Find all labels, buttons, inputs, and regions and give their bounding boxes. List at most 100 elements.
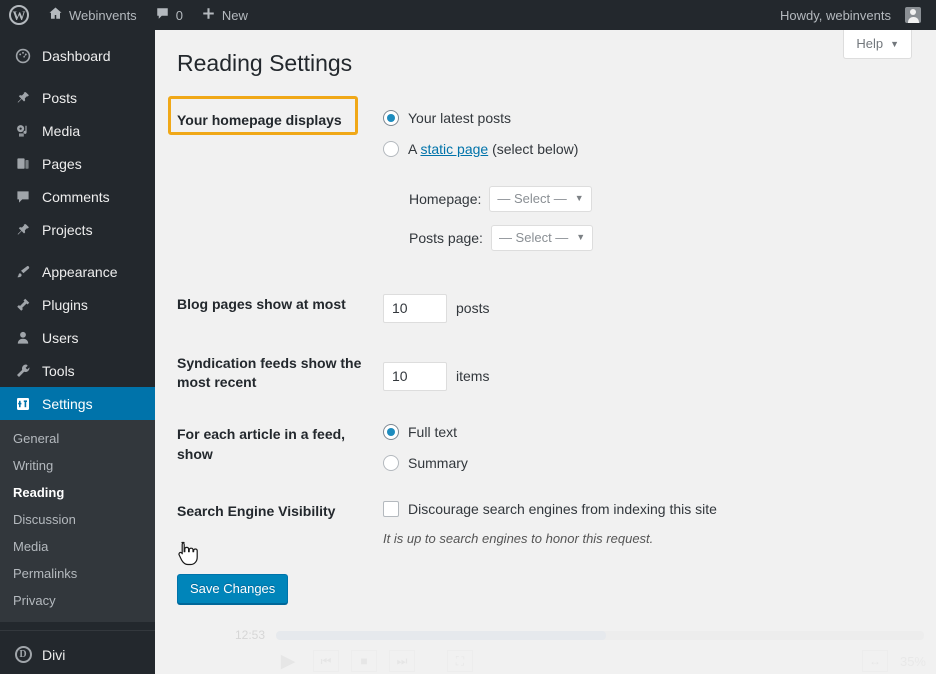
sidebar-item-label: Comments bbox=[42, 188, 110, 205]
field-syndication-feeds: items bbox=[373, 338, 727, 409]
sidebar-item-label: Posts bbox=[42, 89, 78, 106]
chevron-down-icon: ▼ bbox=[574, 193, 584, 204]
radio-summary[interactable] bbox=[383, 455, 399, 472]
sidebar-item-divi[interactable]: D Divi bbox=[0, 638, 155, 671]
field-homepage-displays: Your latest posts A static page (select … bbox=[373, 95, 727, 279]
radio-option-static-page[interactable]: A static page (select below) bbox=[383, 140, 717, 157]
site-name-button[interactable]: Webinvents bbox=[39, 0, 146, 30]
static-page-link[interactable]: static page bbox=[420, 141, 488, 157]
brush-icon bbox=[13, 264, 33, 280]
radio-full-text-label: Full text bbox=[408, 424, 458, 441]
comment-icon bbox=[13, 189, 33, 205]
sidebar-item-settings[interactable]: Settings bbox=[0, 387, 155, 420]
homepage-select[interactable]: — Select — ▼ bbox=[489, 185, 592, 212]
homepage-select-label: Homepage: bbox=[409, 190, 482, 207]
new-label: New bbox=[221, 7, 248, 23]
row-posts-page-select: Posts page: — Select — ▼ bbox=[409, 224, 717, 251]
static-prefix: A bbox=[408, 140, 421, 157]
label-syndication-feeds: Syndication feeds show the most recent bbox=[177, 354, 362, 391]
new-content-button[interactable]: New bbox=[192, 0, 257, 30]
radio-latest-posts-label: Your latest posts bbox=[408, 109, 511, 126]
sidebar-item-label: Tools bbox=[42, 362, 75, 379]
row-homepage-displays: Your homepage displays Your latest posts… bbox=[168, 95, 727, 279]
static-suffix: (select below) bbox=[488, 140, 579, 157]
static-page-selects: Homepage: — Select — ▼ Posts page: — Sel… bbox=[383, 185, 717, 251]
settings-icon bbox=[13, 396, 33, 412]
admin-bar-right: Howdy, webinvents bbox=[771, 0, 936, 30]
blog-pages-unit: posts bbox=[456, 300, 490, 317]
settings-submenu: General Writing Reading Discussion Media… bbox=[0, 420, 155, 622]
sidebar-item-label: Appearance bbox=[42, 263, 118, 280]
sidebar-item-label: Plugins bbox=[42, 296, 88, 313]
submenu-item-privacy[interactable]: Privacy bbox=[0, 587, 155, 614]
row-homepage-select: Homepage: — Select — ▼ bbox=[409, 185, 717, 212]
media-icon bbox=[13, 123, 33, 139]
submenu-item-reading[interactable]: Reading bbox=[0, 479, 155, 506]
radio-option-full-text[interactable]: Full text bbox=[383, 424, 717, 441]
radio-static-page-label: A static page (select below) bbox=[408, 141, 578, 157]
reading-settings-form: Your homepage displays Your latest posts… bbox=[168, 95, 727, 561]
save-changes-button[interactable]: Save Changes bbox=[177, 574, 289, 605]
plus-icon bbox=[201, 6, 216, 24]
sidebar-item-plugins[interactable]: Plugins bbox=[0, 288, 155, 321]
pin-icon bbox=[13, 90, 33, 106]
field-search-visibility: Discourage search engines from indexing … bbox=[373, 486, 727, 561]
home-icon bbox=[48, 6, 63, 24]
sidebar-item-users[interactable]: Users bbox=[0, 321, 155, 354]
wordpress-logo-button[interactable]: W bbox=[0, 0, 39, 30]
sidebar-item-posts[interactable]: Posts bbox=[0, 81, 155, 114]
sidebar-item-comments[interactable]: Comments bbox=[0, 180, 155, 213]
posts-page-select-label: Posts page: bbox=[409, 229, 483, 246]
sidebar-item-pages[interactable]: Pages bbox=[0, 147, 155, 180]
posts-page-select[interactable]: — Select — ▼ bbox=[490, 224, 594, 251]
pin-icon bbox=[13, 222, 33, 238]
discourage-search-checkbox[interactable] bbox=[383, 501, 399, 518]
chevron-down-icon: ▼ bbox=[576, 232, 586, 243]
sidebar-item-appearance[interactable]: Appearance bbox=[0, 255, 155, 288]
chevron-down-icon: ▼ bbox=[890, 38, 899, 49]
sidebar-item-projects[interactable]: Projects bbox=[0, 213, 155, 246]
discourage-search-label: Discourage search engines from indexing … bbox=[408, 501, 717, 518]
sidebar-item-tools[interactable]: Tools bbox=[0, 354, 155, 387]
sidebar-item-media[interactable]: Media bbox=[0, 114, 155, 147]
posts-page-select-value: — Select — bbox=[498, 229, 569, 245]
comments-button[interactable]: 0 bbox=[146, 0, 192, 30]
radio-latest-posts[interactable] bbox=[383, 109, 399, 126]
sidebar-item-label: Settings bbox=[42, 395, 93, 412]
submenu-item-writing[interactable]: Writing bbox=[0, 452, 155, 479]
sidebar-item-label: Projects bbox=[42, 221, 93, 238]
comment-bubble-icon bbox=[155, 6, 170, 24]
submenu-item-media[interactable]: Media bbox=[0, 533, 155, 560]
radio-option-summary[interactable]: Summary bbox=[383, 455, 717, 472]
save-bar: Save Changes bbox=[177, 574, 936, 605]
radio-static-page[interactable] bbox=[383, 140, 399, 157]
syndication-input[interactable] bbox=[383, 361, 447, 391]
label-search-visibility: Search Engine Visibility bbox=[177, 503, 336, 520]
radio-summary-label: Summary bbox=[408, 455, 468, 472]
my-account-button[interactable]: Howdy, webinvents bbox=[771, 0, 930, 30]
field-feed-article: Full text Summary bbox=[373, 409, 727, 486]
user-icon bbox=[13, 330, 33, 346]
plug-icon bbox=[13, 297, 33, 313]
submenu-item-discussion[interactable]: Discussion bbox=[0, 506, 155, 533]
checkbox-discourage-row[interactable]: Discourage search engines from indexing … bbox=[383, 501, 717, 518]
submenu-item-permalinks[interactable]: Permalinks bbox=[0, 560, 155, 587]
menu-spacer bbox=[0, 30, 155, 39]
help-toggle-button[interactable]: Help ▼ bbox=[843, 30, 912, 59]
sidebar-item-dashboard[interactable]: Dashboard bbox=[0, 39, 155, 72]
radio-option-latest-posts[interactable]: Your latest posts bbox=[383, 109, 717, 126]
sidebar-item-label: Pages bbox=[42, 155, 82, 172]
blog-pages-input[interactable] bbox=[383, 293, 447, 323]
divi-icon: D bbox=[13, 646, 33, 663]
dashboard-icon bbox=[13, 48, 33, 64]
wordpress-logo-icon: W bbox=[9, 5, 29, 25]
admin-bar: W Webinvents 0 New Howdy, webinvents bbox=[0, 0, 936, 30]
radio-full-text[interactable] bbox=[383, 424, 399, 441]
content-area: Help ▼ Reading Settings Your homepage di… bbox=[155, 30, 936, 674]
row-search-visibility: Search Engine Visibility Discourage sear… bbox=[177, 486, 727, 561]
homepage-select-value: — Select — bbox=[497, 190, 567, 206]
help-label: Help bbox=[856, 36, 884, 51]
howdy-label: Howdy, webinvents bbox=[779, 7, 891, 23]
page-title: Reading Settings bbox=[177, 50, 353, 76]
submenu-item-general[interactable]: General bbox=[0, 425, 155, 452]
